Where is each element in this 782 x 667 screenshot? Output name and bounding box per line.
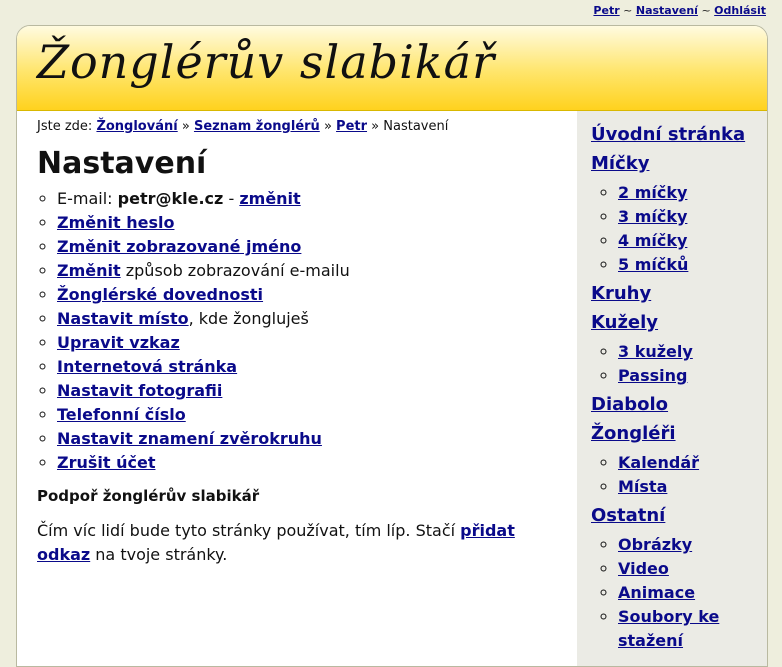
sidebar-subitem: Místa [618,475,757,499]
sidebar-item-jugglers[interactable]: Žongléři [591,423,676,444]
sidebar-section: Ostatní Obrázky Video Animace Soubory ke… [591,504,757,653]
main-content: Jste zde: Žonglování » Seznam žonglérů »… [17,111,577,666]
juggling-skills-link[interactable]: Žonglérské dovednosti [57,285,263,304]
sidebar-subitem: Soubory ke stažení [618,605,757,653]
set-zodiac-link[interactable]: Nastavit znamení zvěrokruhu [57,429,322,448]
breadcrumb-current: Nastavení [383,119,449,134]
breadcrumb-prefix: Jste zde: [37,119,93,134]
sidebar-subitem: 3 kužely [618,340,757,364]
breadcrumb-item[interactable]: Petr [336,119,367,134]
settings-item: Změnit zobrazované jméno [57,235,557,259]
sidebar-item-diabolo[interactable]: Diabolo [591,394,668,415]
settings-item-text: , kde žongluješ [188,309,309,328]
settings-item: Změnit heslo [57,211,557,235]
sidebar-item-places[interactable]: Místa [618,477,667,496]
phone-number-link[interactable]: Telefonní číslo [57,405,186,424]
edit-message-link[interactable]: Upravit vzkaz [57,333,180,352]
website-link[interactable]: Internetová stránka [57,357,237,376]
page-frame: Žonglérův slabikář Jste zde: Žonglování … [16,25,768,667]
set-location-link[interactable]: Nastavit místo [57,309,189,328]
email-value: petr@kle.cz [117,189,224,208]
settings-item: Nastavit znamení zvěrokruhu [57,427,557,451]
sidebar-subitem: 5 míčků [618,253,757,277]
breadcrumb-item[interactable]: Seznam žonglérů [194,119,320,134]
email-dash: - [228,189,235,208]
sidebar-subitem: 3 míčky [618,205,757,229]
sidebar-section: Diabolo [591,393,757,417]
sidebar-section: Žongléři Kalendář Místa [591,422,757,499]
sidebar-section: Úvodní stránka [591,123,757,147]
sidebar-nav: Úvodní stránka Míčky 2 míčky 3 míčky 4 m… [577,111,767,666]
page-title: Nastavení [37,146,207,181]
breadcrumb-separator: » [181,119,190,134]
sidebar-item-clubs[interactable]: Kužely [591,312,658,333]
change-display-name-link[interactable]: Změnit zobrazované jméno [57,237,301,256]
sidebar-item-calendar[interactable]: Kalendář [618,453,699,472]
settings-item: Upravit vzkaz [57,331,557,355]
sidebar-item-home[interactable]: Úvodní stránka [591,124,745,145]
sidebar-submenu: 2 míčky 3 míčky 4 míčky 5 míčků [591,181,757,277]
change-email-display-link[interactable]: Změnit [57,261,121,280]
settings-link[interactable]: Nastavení [636,4,698,17]
sidebar-item-video[interactable]: Video [618,559,669,578]
sidebar-item-other[interactable]: Ostatní [591,505,665,526]
sidebar-submenu: Kalendář Místa [591,451,757,499]
sidebar-item-downloads[interactable]: Soubory ke stažení [618,607,719,650]
sidebar-subitem: Obrázky [618,533,757,557]
breadcrumb: Jste zde: Žonglování » Seznam žonglérů »… [37,119,557,134]
sidebar-item-animation[interactable]: Animace [618,583,695,602]
settings-item: Telefonní číslo [57,403,557,427]
site-logo[interactable]: Žonglérův slabikář [37,35,495,89]
settings-item: Nastavit fotografii [57,379,557,403]
sidebar-menu: Úvodní stránka Míčky 2 míčky 3 míčky 4 m… [591,123,757,653]
sidebar-item-5-balls[interactable]: 5 míčků [618,255,688,274]
support-text: na tvoje stránky. [90,545,228,564]
support-heading: Podpoř žonglérův slabikář [37,487,260,505]
breadcrumb-item[interactable]: Žonglování [96,119,177,134]
settings-item-email: E-mail: petr@kle.cz - změnit [57,187,557,211]
settings-item: Žonglérské dovednosti [57,283,557,307]
sidebar-item-3-balls[interactable]: 3 míčky [618,207,687,226]
settings-item: Změnit způsob zobrazování e-mailu [57,259,557,283]
sidebar-subitem: Animace [618,581,757,605]
change-password-link[interactable]: Změnit heslo [57,213,174,232]
sidebar-subitem: Passing [618,364,757,388]
sidebar-subitem: Video [618,557,757,581]
sidebar-item-3-clubs[interactable]: 3 kužely [618,342,693,361]
email-label: E-mail: [57,189,113,208]
sidebar-item-4-balls[interactable]: 4 míčky [618,231,687,250]
user-links-separator: ~ [623,4,633,17]
breadcrumb-separator: » [371,119,380,134]
settings-item-text: způsob zobrazování e-mailu [120,261,350,280]
logout-link[interactable]: Odhlásit [714,4,766,17]
sidebar-item-2-balls[interactable]: 2 míčky [618,183,687,202]
user-links-separator: ~ [701,4,711,17]
sidebar-item-pictures[interactable]: Obrázky [618,535,692,554]
sidebar-section: Kruhy [591,282,757,306]
sidebar-subitem: 2 míčky [618,181,757,205]
delete-account-link[interactable]: Zrušit účet [57,453,155,472]
support-paragraph: Čím víc lidí bude tyto stránky používat,… [37,519,557,567]
set-photo-link[interactable]: Nastavit fotografii [57,381,222,400]
settings-list: E-mail: petr@kle.cz - změnit Změnit hesl… [37,187,557,475]
settings-item: Zrušit účet [57,451,557,475]
user-profile-link[interactable]: Petr [593,4,619,17]
sidebar-submenu: Obrázky Video Animace Soubory ke stažení [591,533,757,653]
support-text: Čím víc lidí bude tyto stránky používat,… [37,521,461,540]
sidebar-item-passing[interactable]: Passing [618,366,687,385]
sidebar-item-rings[interactable]: Kruhy [591,283,651,304]
sidebar-section: Míčky 2 míčky 3 míčky 4 míčky 5 míčků [591,152,757,277]
user-links: Petr ~ Nastavení ~ Odhlásit [593,4,766,17]
breadcrumb-separator: » [323,119,332,134]
settings-item: Nastavit místo, kde žongluješ [57,307,557,331]
settings-item: Internetová stránka [57,355,557,379]
sidebar-section: Kužely 3 kužely Passing [591,311,757,388]
sidebar-submenu: 3 kužely Passing [591,340,757,388]
sidebar-subitem: Kalendář [618,451,757,475]
site-header: Žonglérův slabikář [17,26,767,111]
sidebar-item-balls[interactable]: Míčky [591,153,649,174]
sidebar-subitem: 4 míčky [618,229,757,253]
change-email-link[interactable]: změnit [239,189,300,208]
